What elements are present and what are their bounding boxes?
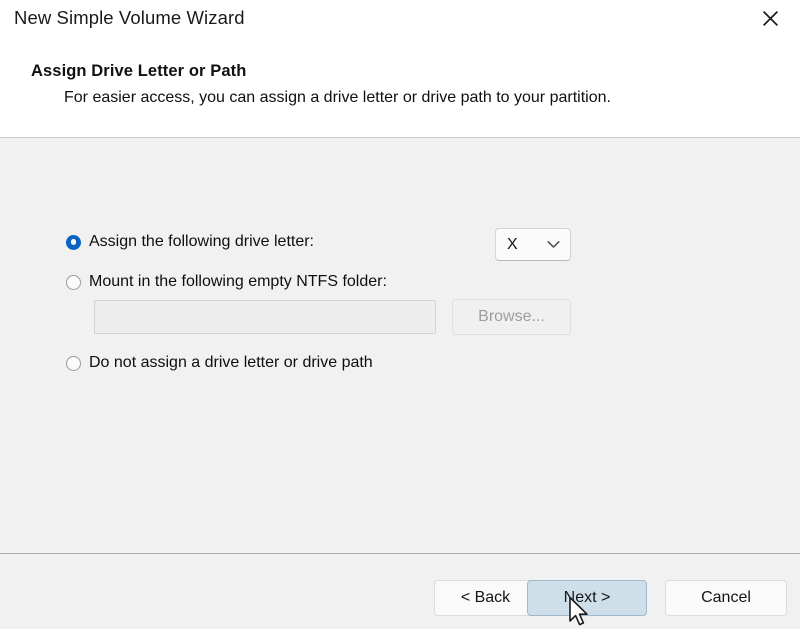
radio-indicator-no-letter-or-path[interactable] <box>66 355 81 371</box>
chevron-down-icon <box>547 240 560 249</box>
next-button[interactable]: Next > <box>527 580 647 616</box>
radio-indicator-assign-letter[interactable] <box>66 234 81 250</box>
wizard-body <box>0 138 800 554</box>
radio-option-assign-letter[interactable]: Assign the following drive letter: <box>66 233 314 251</box>
drive-letter-value: X <box>507 235 518 253</box>
radio-label-no-letter-or-path: Do not assign a drive letter or drive pa… <box>89 354 373 371</box>
page-subtitle: For easier access, you can assign a driv… <box>64 89 611 106</box>
radio-indicator-mount-ntfs-folder[interactable] <box>66 274 81 290</box>
close-button[interactable] <box>748 2 792 34</box>
cancel-button[interactable]: Cancel <box>665 580 787 616</box>
back-button[interactable]: < Back <box>434 580 537 616</box>
mount-path-input[interactable] <box>94 300 436 334</box>
title-bar: New Simple Volume Wizard <box>0 0 800 38</box>
close-x-icon <box>761 9 780 28</box>
radio-option-no-letter-or-path[interactable]: Do not assign a drive letter or drive pa… <box>66 354 373 372</box>
wizard-header: Assign Drive Letter or Path For easier a… <box>0 38 800 138</box>
drive-letter-dropdown[interactable]: X <box>495 228 571 261</box>
page-title: Assign Drive Letter or Path <box>31 62 247 80</box>
browse-button[interactable]: Browse... <box>452 299 571 335</box>
window-title: New Simple Volume Wizard <box>14 7 245 28</box>
radio-option-mount-ntfs-folder[interactable]: Mount in the following empty NTFS folder… <box>66 273 387 291</box>
radio-label-assign-letter: Assign the following drive letter: <box>89 233 314 250</box>
new-simple-volume-wizard-dialog: New Simple Volume Wizard Assign Drive Le… <box>0 0 800 629</box>
radio-label-mount-ntfs-folder: Mount in the following empty NTFS folder… <box>89 273 387 290</box>
